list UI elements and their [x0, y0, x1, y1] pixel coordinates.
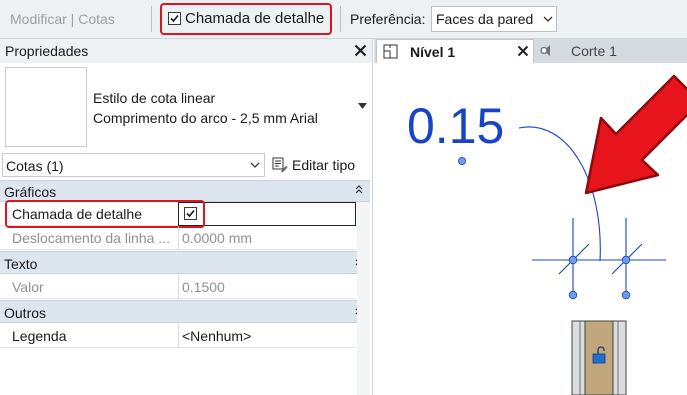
- type-preview: [5, 67, 87, 147]
- highlight-box: [5, 200, 205, 228]
- scrollbar[interactable]: [357, 202, 370, 395]
- tab-level-1[interactable]: Nível 1: [376, 39, 534, 63]
- floor-plan-icon: [383, 44, 398, 59]
- edit-type-label: Editar tipo: [292, 157, 356, 173]
- close-icon[interactable]: [354, 44, 367, 57]
- type-name: Comprimento do arco - 2,5 mm Arial: [93, 110, 318, 126]
- dimension-grip[interactable]: [568, 255, 578, 265]
- red-arrow-annotation: [584, 74, 687, 195]
- filter-value: Cotas (1): [6, 158, 64, 174]
- type-family: Estilo de cota linear: [93, 90, 216, 106]
- options-bar: Modificar | Cotas Chamada de detalhe Pre…: [0, 0, 687, 39]
- property-label: Legenda: [12, 328, 67, 344]
- detail-callout-leader: [518, 126, 601, 262]
- property-row[interactable]: Valor 0.1500: [0, 274, 356, 299]
- chevron-down-icon: [543, 16, 553, 22]
- properties-panel: Propriedades Estilo de cota linear Compr…: [0, 39, 373, 395]
- panel-title: Propriedades: [5, 43, 89, 59]
- separator: [151, 6, 152, 32]
- property-label: Valor: [12, 279, 44, 295]
- edit-type-button[interactable]: Editar tipo: [270, 153, 370, 177]
- collapse-icon: [355, 185, 363, 194]
- property-row[interactable]: Deslocamento da linha ... 0.0000 mm: [0, 226, 356, 250]
- separator: [340, 6, 341, 32]
- section-title: Gráficos: [4, 184, 57, 200]
- tab-section-1[interactable]: Corte 1: [535, 39, 687, 63]
- edit-type-icon: [272, 157, 288, 173]
- dimension-grip[interactable]: [621, 255, 631, 265]
- property-value: 0.0000 mm: [182, 230, 253, 246]
- view-area: Nível 1 Corte 1 0.15: [374, 39, 687, 395]
- dimension-text[interactable]: 0.15: [407, 101, 504, 151]
- preference-label: Preferência:: [350, 11, 426, 27]
- panel-titlebar: Propriedades: [0, 39, 372, 63]
- context-label: Modificar | Cotas: [10, 11, 115, 27]
- detail-callout-checkbox[interactable]: [168, 12, 181, 25]
- check-icon: [170, 14, 179, 23]
- property-label: Deslocamento da linha ...: [12, 230, 170, 246]
- section-view-icon: [540, 45, 550, 56]
- preference-dropdown[interactable]: Faces da pared: [431, 6, 557, 32]
- column-divider: [178, 274, 179, 299]
- detail-callout-label: Chamada de detalhe: [185, 10, 325, 27]
- type-selector[interactable]: Estilo de cota linear Comprimento do arc…: [0, 63, 372, 149]
- property-grid: Gráficos Chamada de detalhe Deslocamento…: [0, 180, 372, 395]
- property-row[interactable]: Legenda <Nenhum>: [0, 323, 356, 348]
- extension-grip[interactable]: [568, 290, 578, 300]
- section-title: Texto: [4, 256, 38, 272]
- section-other[interactable]: Outros: [0, 300, 370, 323]
- section-title: Outros: [4, 305, 47, 321]
- instance-filter-dropdown[interactable]: Cotas (1): [2, 153, 265, 177]
- column-divider: [178, 323, 179, 348]
- tab-label: Nível 1: [410, 44, 456, 60]
- property-value: 0.1500: [182, 279, 225, 295]
- column-divider: [178, 226, 179, 250]
- chevron-down-icon: [250, 162, 260, 168]
- preference-value: Faces da pared: [436, 11, 534, 27]
- caret-down-icon: [358, 103, 367, 109]
- section-text[interactable]: Texto: [0, 251, 370, 274]
- extension-grip[interactable]: [621, 290, 631, 300]
- tab-label: Corte 1: [571, 43, 617, 59]
- close-icon[interactable]: [517, 45, 529, 57]
- property-value: <Nenhum>: [182, 328, 252, 344]
- text-grip[interactable]: [458, 157, 467, 166]
- section-graphics[interactable]: Gráficos: [0, 180, 370, 202]
